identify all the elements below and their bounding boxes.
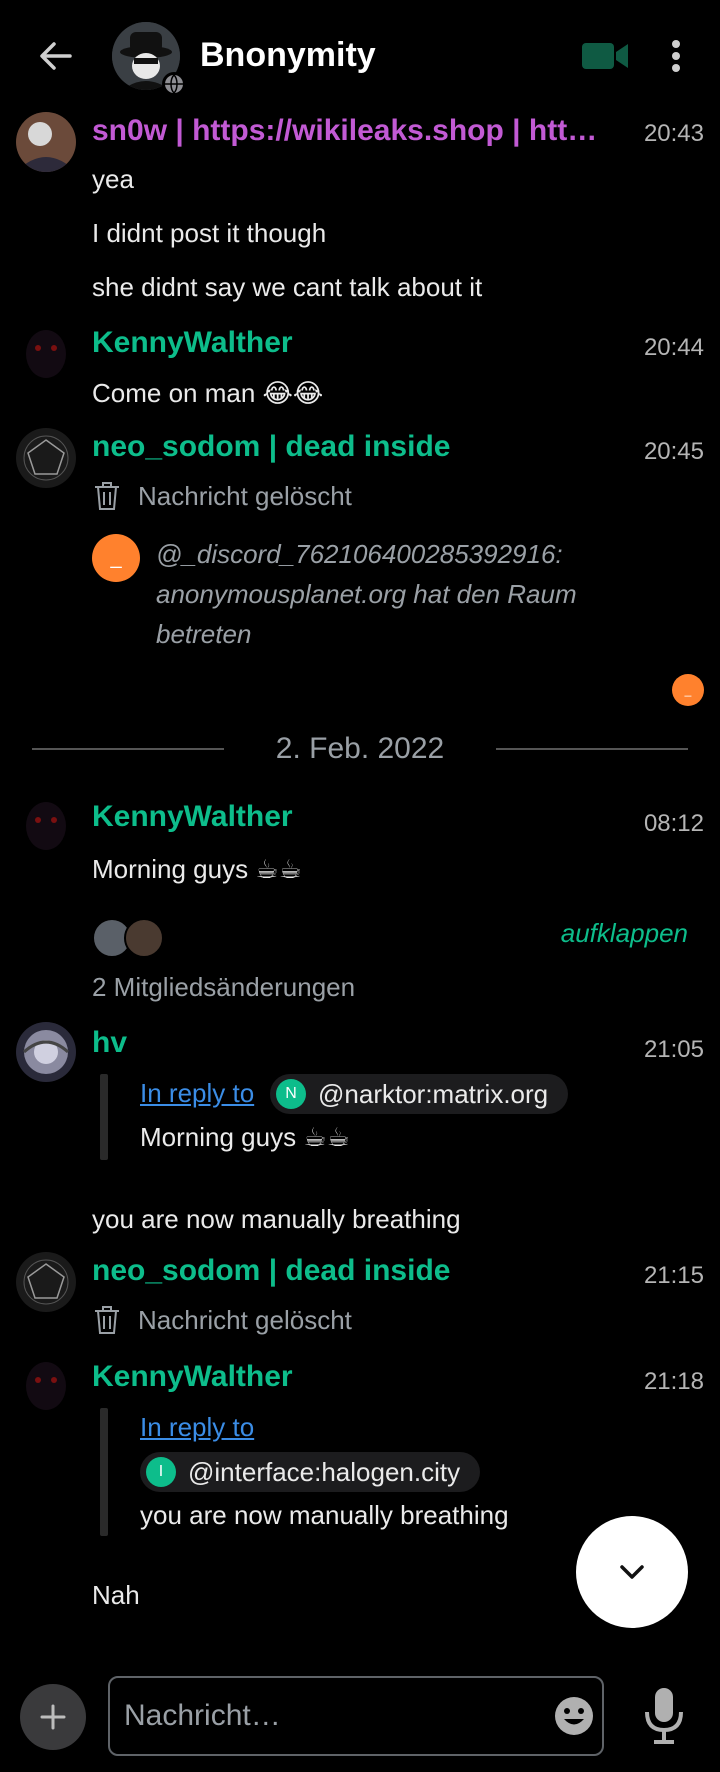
read-receipt[interactable]: _ [672, 674, 704, 706]
pill-user: @interface:halogen.city [188, 1456, 461, 1487]
trash-icon [95, 1306, 119, 1334]
globe-icon [162, 72, 186, 96]
room-title[interactable]: Bnonymity [200, 36, 376, 75]
video-call-icon[interactable] [582, 40, 630, 72]
pill-avatar: N [276, 1079, 306, 1109]
divider [496, 748, 688, 750]
back-arrow-icon[interactable] [36, 36, 76, 76]
plus-icon[interactable] [20, 1684, 86, 1750]
sender-name[interactable]: KennyWalther [92, 800, 293, 834]
deleted-message: Nachricht gelöscht [92, 1304, 352, 1336]
message-input[interactable] [124, 1678, 524, 1754]
more-vert-icon[interactable] [664, 36, 688, 76]
quoted-text: you are now manually breathing [140, 1500, 509, 1530]
sender-name[interactable]: neo_sodom | dead inside [92, 1254, 450, 1288]
trash-icon [95, 482, 119, 510]
message-text: I didnt post it though [92, 218, 327, 248]
microphone-icon[interactable] [640, 1684, 688, 1748]
deleted-label: Nachricht gelöscht [138, 1304, 352, 1335]
avatar[interactable] [16, 428, 76, 488]
message-text: you are now manually breathing [92, 1204, 461, 1234]
deleted-label: Nachricht gelöscht [138, 480, 352, 511]
notice-avatar[interactable]: _ [92, 534, 140, 582]
reply-quote-bar [100, 1074, 108, 1160]
message-text: Come on man 😂😂 [92, 378, 324, 408]
composer [0, 1660, 720, 1772]
sender-name[interactable]: sn0w | https://wikileaks.shop | http… [92, 114, 612, 148]
timestamp: 21:18 [643, 1368, 704, 1395]
reply-quote-bar [100, 1408, 108, 1536]
room-header: Bnonymity [0, 0, 720, 112]
avatar[interactable] [16, 796, 76, 856]
timestamp: 21:05 [643, 1036, 704, 1063]
avatar[interactable] [16, 324, 76, 384]
expand-link[interactable]: aufklappen [561, 918, 688, 949]
message-text: she didnt say we cant talk about it [92, 272, 483, 302]
chevron-down-icon [620, 1565, 644, 1579]
in-reply-to-link[interactable]: In reply to [140, 1412, 254, 1443]
message-text: Morning guys ☕☕ [92, 854, 302, 884]
message-text: Nah [92, 1580, 140, 1610]
scroll-to-bottom-button[interactable] [576, 1516, 688, 1628]
deleted-message: Nachricht gelöscht [92, 480, 352, 512]
avatar[interactable] [16, 112, 76, 172]
emoji-icon[interactable] [554, 1696, 594, 1736]
user-pill[interactable]: I @interface:halogen.city [140, 1452, 481, 1492]
timestamp: 21:15 [643, 1262, 704, 1289]
avatar[interactable] [16, 1356, 76, 1416]
user-pill[interactable]: N @narktor:matrix.org [270, 1074, 569, 1114]
in-reply-to-link[interactable]: In reply to [140, 1078, 254, 1109]
member-avatars[interactable] [92, 918, 168, 958]
timestamp: 20:43 [643, 120, 704, 147]
pill-user: @narktor:matrix.org [318, 1078, 549, 1109]
message-input-box[interactable] [108, 1676, 604, 1756]
sender-name[interactable]: KennyWalther [92, 326, 293, 360]
avatar[interactable] [16, 1022, 76, 1082]
avatar[interactable] [16, 1252, 76, 1312]
timestamp: 20:45 [643, 438, 704, 465]
timestamp: 08:12 [643, 810, 704, 837]
sender-name[interactable]: KennyWalther [92, 1360, 293, 1394]
sender-name[interactable]: neo_sodom | dead inside [92, 430, 450, 464]
member-changes-label: 2 Mitgliedsänderungen [92, 972, 356, 1002]
quoted-text: Morning guys ☕☕ [140, 1122, 350, 1152]
timestamp: 20:44 [643, 334, 704, 361]
message-text: yea [92, 164, 134, 194]
sender-name[interactable]: hv [92, 1026, 127, 1060]
membership-notice: @_discord_762106400285392916: anonymousp… [156, 539, 577, 649]
pill-avatar: I [146, 1457, 176, 1487]
